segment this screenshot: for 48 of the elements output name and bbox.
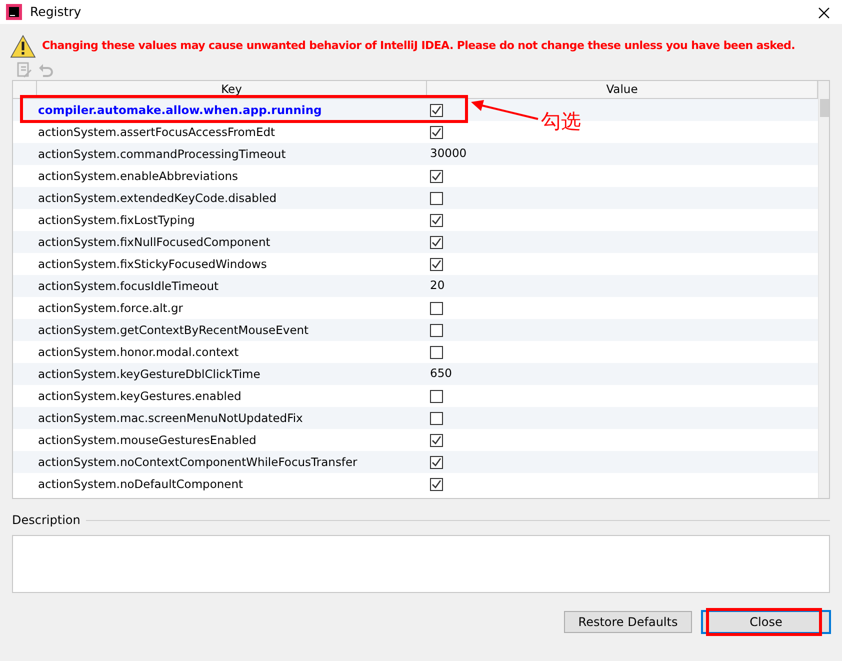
annotation-label: 勾选 — [541, 108, 581, 135]
key-cell: actionSystem.getContextByRecentMouseEvent — [38, 322, 309, 337]
window-title: Registry — [30, 2, 82, 21]
checkbox[interactable] — [430, 214, 443, 226]
arrow — [470, 99, 540, 121]
checkbox[interactable] — [430, 434, 443, 446]
checkbox[interactable] — [430, 170, 443, 182]
checkbox[interactable] — [430, 478, 443, 490]
key-cell: actionSystem.extendedKeyCode.disabled — [38, 190, 277, 205]
description-label: Description — [12, 512, 80, 529]
value-cell-text: 650 — [429, 365, 452, 382]
key-cell: actionSystem.mouseGesturesEnabled — [38, 432, 256, 447]
checkbox[interactable] — [430, 258, 443, 270]
key-cell: actionSystem.noContextComponentWhileFocusTransfer — [38, 454, 358, 469]
checkbox[interactable] — [430, 236, 443, 248]
column-header[interactable]: Key — [37, 81, 427, 98]
close-button[interactable]: Close — [702, 611, 830, 633]
key-cell: actionSystem.mac.screenMenuNotUpdatedFix — [38, 410, 303, 425]
key-cell: actionSystem.honor.modal.context — [38, 344, 239, 359]
checkbox[interactable] — [430, 104, 443, 116]
checkbox[interactable] — [430, 346, 443, 358]
scrollbar[interactable] — [818, 81, 829, 498]
app-logo-icon — [6, 4, 22, 20]
restore-defaults-button[interactable]: Restore Defaults — [564, 611, 692, 633]
checkbox[interactable] — [430, 302, 443, 314]
key-cell: actionSystem.force.alt.gr — [38, 300, 183, 315]
key-cell: compiler.automake.allow.when.app.running — [38, 102, 322, 117]
description-field[interactable] — [12, 535, 830, 593]
value-cell-text: 20 — [429, 277, 445, 294]
key-cell: actionSystem.enableAbbreviations — [38, 168, 238, 183]
key-cell: actionSystem.keyGestureDblClickTime — [38, 366, 260, 381]
key-cell: actionSystem.fixNullFocusedComponent — [38, 234, 270, 249]
key-cell: actionSystem.fixStickyFocusedWindows — [38, 256, 267, 271]
warning-message: Changing these values may cause unwanted behavior of IntelliJ IDEA. Please do not change these unless you have been asked. — [42, 38, 795, 54]
warning-icon — [10, 34, 36, 58]
key-cell: actionSystem.assertFocusAccessFromEdt — [38, 124, 276, 139]
key-cell: actionSystem.noDefaultComponent — [38, 476, 244, 491]
checkbox[interactable] — [430, 390, 443, 402]
checkbox[interactable] — [430, 192, 443, 204]
checkbox[interactable] — [430, 456, 443, 468]
key-cell: actionSystem.keyGestures.enabled — [38, 388, 242, 403]
checkbox[interactable] — [430, 324, 443, 336]
key-cell: actionSystem.fixLostTyping — [38, 212, 195, 227]
checkbox[interactable] — [430, 126, 443, 138]
key-cell: actionSystem.focusIdleTimeout — [38, 278, 219, 293]
checkbox[interactable] — [430, 412, 443, 424]
key-cell: actionSystem.commandProcessingTimeout — [38, 146, 286, 161]
value-cell-text: 30000 — [429, 145, 467, 162]
